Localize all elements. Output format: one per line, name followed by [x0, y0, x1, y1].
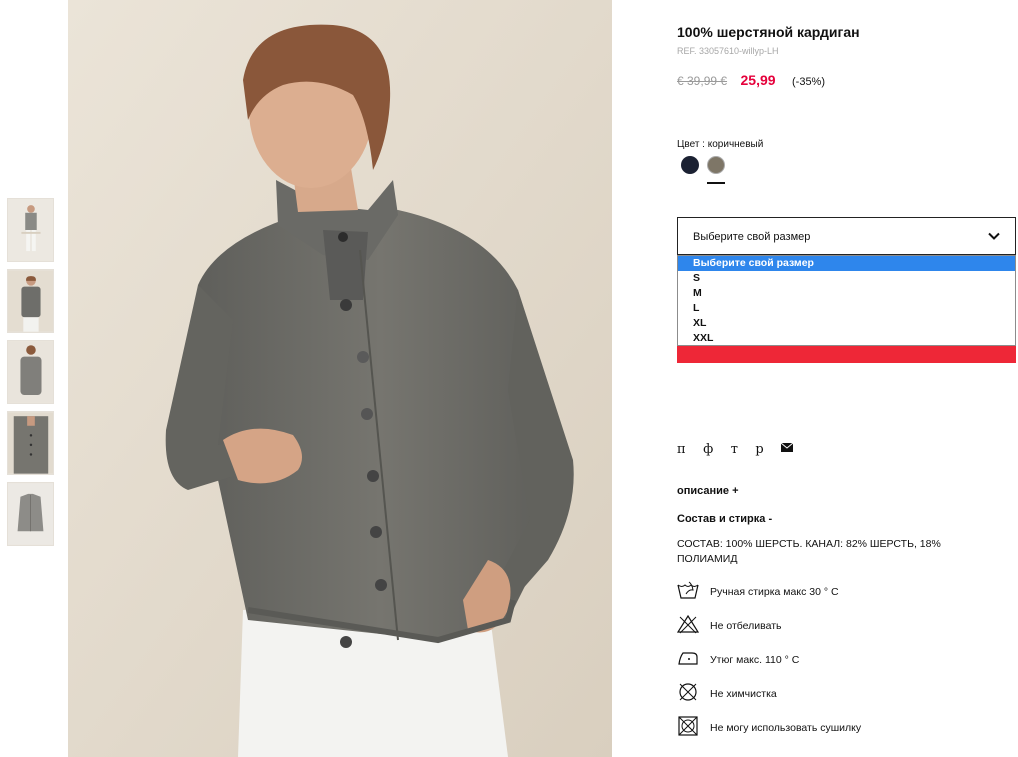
size-option[interactable]: M [678, 286, 1015, 301]
thumbnail-5[interactable] [7, 482, 54, 546]
mail-icon[interactable] [781, 443, 794, 452]
care-item: Не химчистка [677, 682, 977, 704]
share-p[interactable]: п [677, 442, 686, 457]
product-title: 100% шерстяной кардиган [677, 24, 860, 40]
thumbnail-2[interactable] [7, 269, 54, 333]
care-text: Утюг макс. 110 ° C [710, 654, 800, 666]
color-swatch-brown[interactable] [707, 156, 725, 174]
description-toggle[interactable]: описание + [677, 485, 739, 497]
composition-toggle[interactable]: Состав и стирка - [677, 513, 772, 525]
care-item: Утюг макс. 110 ° C [677, 648, 977, 670]
thumbnail-strip [7, 198, 54, 553]
no-tumble-dry-icon [678, 716, 698, 736]
size-option[interactable]: XL [678, 316, 1015, 331]
care-text: Не отбеливать [710, 620, 782, 632]
thumbnail-3[interactable] [7, 340, 54, 404]
price-row: € 39,99 € 25,99 (-35%) [677, 72, 825, 90]
care-item: Не могу использовать сушилку [677, 716, 977, 738]
size-dropdown-list: Выберите свой размер S M L XL XXL [677, 255, 1016, 346]
thumbnail-1[interactable] [7, 198, 54, 262]
care-text: Не химчистка [710, 688, 777, 700]
size-select[interactable]: Выберите свой размер [677, 217, 1016, 255]
discount-badge: (-35%) [792, 76, 826, 88]
hand-wash-icon [677, 581, 699, 599]
selected-swatch-indicator [707, 182, 725, 184]
thumbnail-4[interactable] [7, 411, 54, 475]
color-swatch-navy[interactable] [681, 156, 699, 174]
sale-price: 25,99 [740, 72, 776, 88]
size-option[interactable]: XXL [678, 331, 1015, 346]
size-option[interactable]: Выберите свой размер [678, 256, 1015, 271]
share-t[interactable]: т [731, 442, 738, 457]
chevron-down-icon [988, 232, 1000, 240]
share-links: п ф т р [677, 440, 794, 457]
color-label: Цвет : коричневый [677, 139, 764, 150]
product-ref: REF. 33057610-willyp-LH [677, 46, 779, 56]
care-item: Ручная стирка макс 30 ° C [677, 580, 977, 602]
share-r[interactable]: р [755, 442, 763, 457]
care-item: Не отбеливать [677, 614, 977, 636]
thumbnail-image [8, 270, 53, 332]
share-f[interactable]: ф [703, 442, 713, 457]
thumbnail-image [8, 412, 53, 474]
composition-text: СОСТАВ: 100% ШЕРСТЬ. КАНАЛ: 82% ШЕРСТЬ, … [677, 538, 941, 565]
care-text: Ручная стирка макс 30 ° C [710, 586, 839, 598]
size-option[interactable]: S [678, 271, 1015, 286]
thumbnail-image [8, 199, 53, 261]
iron-icon [678, 652, 698, 665]
thumbnail-image [8, 341, 53, 403]
thumbnail-image [8, 483, 53, 545]
old-price: € 39,99 € [677, 74, 728, 88]
size-select-value: Выберите свой размер [693, 231, 811, 243]
product-photo [68, 0, 612, 757]
product-main-image[interactable] [68, 0, 612, 757]
care-text: Не могу использовать сушилку [710, 722, 862, 734]
size-option[interactable]: L [678, 301, 1015, 316]
no-bleach-icon [677, 614, 699, 634]
no-dry-clean-icon [679, 683, 697, 701]
